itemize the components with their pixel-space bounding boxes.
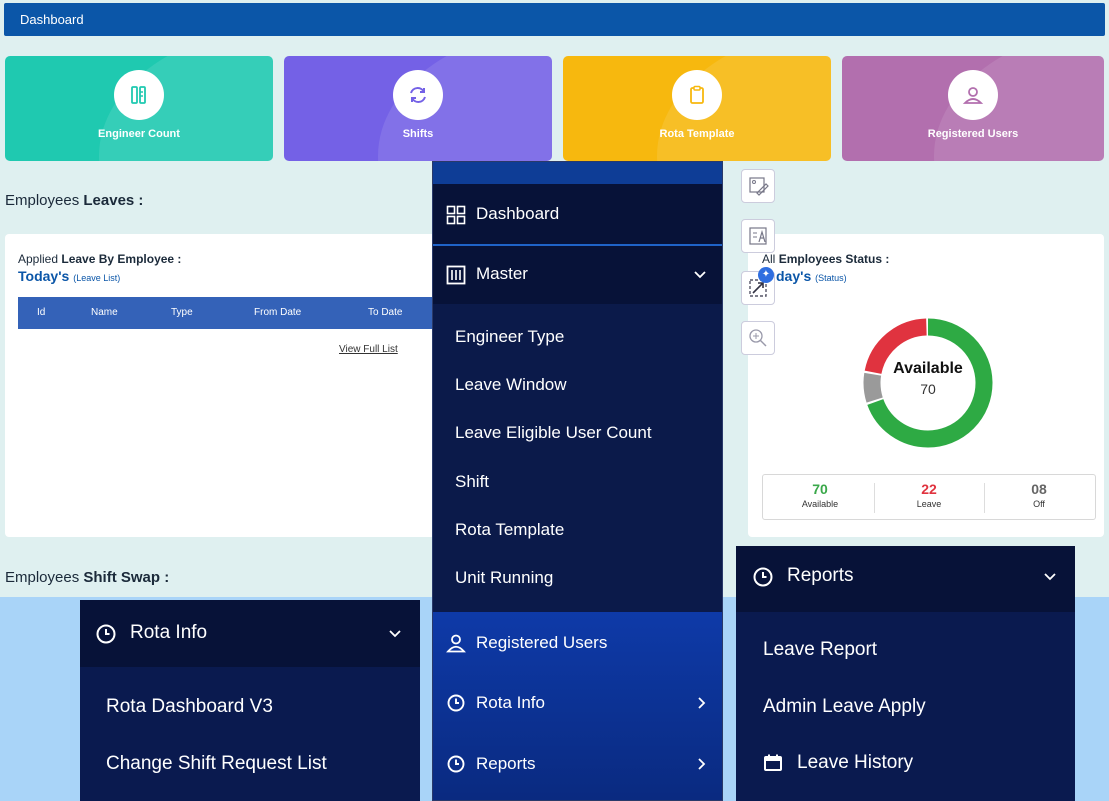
card-rota-template[interactable]: Rota Template (563, 56, 831, 161)
sidebar-top-strip (433, 162, 722, 184)
column-from-date: From Date (254, 307, 302, 318)
stat-label: Off (1033, 499, 1045, 509)
clock-icon (96, 624, 116, 644)
sidebar-label: Registered Users (476, 633, 608, 652)
clock-icon (447, 755, 465, 773)
stat-leave: 22 Leave (874, 481, 984, 509)
stat-label: Available (801, 499, 839, 509)
center-sidebar-menu: Dashboard Master Engineer Type Leave Win… (432, 161, 723, 801)
stat-value: 22 (921, 481, 937, 497)
status-panel-heading: All Employees Status : (762, 252, 890, 266)
card-label: Engineer Count (98, 128, 180, 140)
donut-center-value: 70 (920, 381, 936, 397)
card-shifts[interactable]: Shifts (284, 56, 552, 161)
sidebar-item-rota-info[interactable]: Rota Info (433, 677, 722, 727)
chevron-right-icon (698, 697, 706, 709)
menu-item-leave-report[interactable]: Leave Report (763, 639, 877, 661)
grid-icon (446, 205, 466, 225)
card-label: Rota Template (659, 128, 735, 140)
leave-panel-subheading: Today's (Leave List) (18, 268, 121, 284)
reports-menu: Reports Leave Report Admin Leave Apply L… (736, 546, 1075, 801)
stat-value: 70 (812, 481, 828, 497)
sidebar-item-master[interactable]: Master (433, 246, 722, 304)
menu-item-admin-leave-apply[interactable]: Admin Leave Apply (763, 696, 926, 718)
menu-item-change-shift-request[interactable]: Change Shift Request List (106, 753, 327, 775)
column-name: Name (91, 307, 118, 318)
reports-title: Reports (787, 565, 854, 586)
sidebar-item-reports[interactable]: Reports (433, 738, 722, 788)
card-label: Registered Users (927, 128, 1019, 140)
rota-info-header[interactable]: Rota Info (80, 600, 420, 667)
master-icon (446, 265, 466, 285)
column-id: Id (37, 307, 46, 318)
menu-item-leave-history[interactable]: Leave History (797, 752, 913, 774)
clock-icon (447, 694, 465, 712)
calendar-icon (764, 754, 782, 771)
card-engineer-count[interactable]: Engineer Count (5, 56, 273, 161)
menu-item-unit-running[interactable]: Unit Running (455, 568, 553, 588)
stat-label: Leave (916, 499, 942, 509)
stat-available: 70 Available (765, 481, 875, 509)
menu-item-shift[interactable]: Shift (455, 472, 489, 492)
clock-icon (753, 567, 773, 587)
chevron-down-icon (694, 271, 706, 279)
shift-swap-section-title: Employees Shift Swap : (5, 569, 170, 586)
sidebar-label: Rota Info (476, 693, 545, 712)
edit-image-icon[interactable] (741, 169, 775, 203)
view-full-list-link[interactable]: View Full List (339, 344, 398, 355)
sidebar-item-dashboard[interactable]: Dashboard (433, 184, 722, 244)
menu-item-leave-eligible-user-count[interactable]: Leave Eligible User Count (455, 423, 652, 443)
stat-off: 08 Off (984, 481, 1094, 509)
refresh-icon (393, 70, 443, 120)
user-icon (446, 634, 466, 653)
chevron-right-icon (698, 758, 706, 770)
status-summary-box: 70 Available 22 Leave 08 Off (762, 474, 1096, 520)
donut-center-title: Available (893, 360, 963, 377)
sidebar-label: Master (476, 264, 528, 283)
rota-info-title: Rota Info (130, 622, 208, 643)
menu-item-engineer-type[interactable]: Engineer Type (455, 327, 564, 347)
card-label: Shifts (402, 128, 434, 140)
leave-panel-heading: Applied Leave By Employee : (18, 252, 182, 266)
column-type: Type (171, 307, 193, 318)
sparkle-badge-icon: ✦ (758, 267, 774, 283)
menu-item-leave-window[interactable]: Leave Window (455, 375, 567, 395)
page-title: Dashboard (20, 12, 84, 27)
zoom-icon[interactable] (741, 321, 775, 355)
sidebar-label: Reports (476, 754, 536, 773)
status-panel-subheading: day's (Status) (776, 268, 847, 284)
card-registered-users[interactable]: Registered Users (842, 56, 1104, 161)
rota-info-menu: Rota Info Rota Dashboard V3 Change Shift… (80, 600, 420, 801)
clipboard-icon (672, 70, 722, 120)
menu-item-rota-dashboard[interactable]: Rota Dashboard V3 (106, 696, 273, 718)
column-to-date: To Date (368, 307, 403, 318)
sidebar-item-registered-users[interactable]: Registered Users (433, 617, 722, 667)
reports-header[interactable]: Reports (736, 546, 1075, 612)
leaves-section-title: Employees Leaves : (5, 192, 144, 209)
top-header-bar: Dashboard (4, 3, 1105, 36)
chevron-down-icon (389, 630, 401, 638)
text-image-icon[interactable] (741, 219, 775, 253)
ruler-pencil-icon (114, 70, 164, 120)
user-icon (948, 70, 998, 120)
menu-item-rota-template[interactable]: Rota Template (455, 520, 564, 540)
stat-value: 08 (1031, 481, 1047, 497)
sidebar-label: Dashboard (476, 204, 560, 223)
chevron-down-icon (1044, 573, 1056, 581)
leave-table-header: Id Name Type From Date To Date (18, 297, 438, 329)
